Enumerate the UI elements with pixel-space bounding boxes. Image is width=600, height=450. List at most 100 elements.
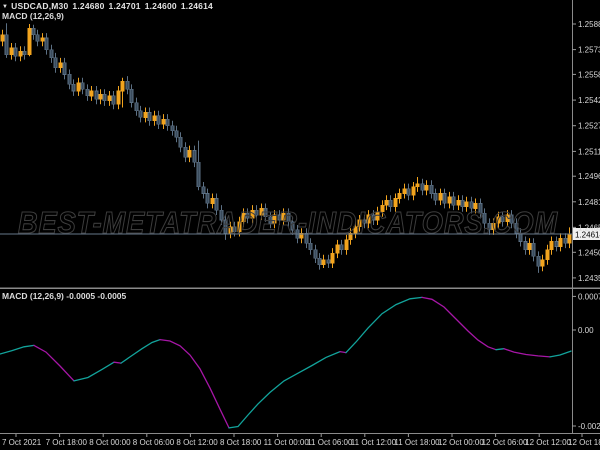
candle-body: [192, 150, 197, 163]
price-axis-label: 1.24350: [578, 274, 600, 283]
candle-body: [116, 90, 121, 105]
time-axis-label: 11 Oct 12:00: [351, 438, 397, 447]
candle-body: [321, 259, 326, 266]
time-axis-label: 8 Oct 00:00: [89, 438, 131, 447]
candle-body: [174, 130, 179, 138]
candle-body: [563, 237, 568, 244]
candle-body: [545, 249, 550, 261]
candle-body: [62, 62, 67, 75]
candle-body: [138, 110, 143, 118]
candle-body: [120, 80, 125, 92]
candle-body: [339, 244, 344, 251]
candle-body: [531, 242, 536, 257]
macd-line-segment: [0, 344, 35, 355]
candle-body: [402, 188, 407, 194]
macd-axis-label: -0.002: [578, 422, 600, 431]
macd-line-segment: [421, 296, 497, 351]
macd-line-segment: [345, 296, 423, 354]
candle-body: [107, 95, 112, 102]
candle-body: [567, 233, 572, 244]
candle-body: [540, 259, 545, 267]
time-axis-label: 11 Oct 18:00: [394, 438, 440, 447]
candle-body: [415, 183, 420, 188]
candle-body: [125, 80, 130, 90]
macd-line-segment: [120, 338, 161, 364]
chart-window: ▼ USDCAD,M30 1.24680 1.24701 1.24600 1.24614 …: [0, 0, 600, 450]
time-axis-label: 12 Oct 12:00: [525, 438, 571, 447]
macd-line-segment: [159, 338, 230, 429]
candle-body: [134, 102, 139, 112]
candle-body: [147, 112, 152, 122]
ohlc-close: 1.24614: [180, 1, 213, 11]
candle-body: [178, 137, 183, 148]
candle-body: [411, 186, 416, 196]
candle-body: [0, 34, 5, 42]
candle-body: [22, 50, 27, 55]
ohlc-high: 1.24701: [108, 1, 141, 11]
price-axis-label: 1.25580: [578, 70, 600, 79]
candle-body: [13, 47, 18, 57]
candle-body: [152, 115, 157, 122]
candle-body: [326, 259, 331, 264]
macd-line-segment: [503, 348, 551, 358]
candle-body: [94, 90, 99, 100]
macd-line-segment: [339, 350, 347, 354]
price-axis-label: 1.24965: [578, 172, 600, 181]
candle-body: [9, 47, 14, 55]
candle-body: [4, 34, 9, 55]
price-axis-label: 1.25425: [578, 96, 600, 105]
price-axis-label: 1.24810: [578, 198, 600, 207]
macd-line-segment: [549, 350, 572, 358]
candle-body: [549, 241, 554, 251]
candle-body: [344, 239, 349, 251]
candle-body: [196, 161, 201, 188]
candle-body: [438, 193, 443, 201]
candle-body: [429, 185, 434, 194]
macd-pane[interactable]: [0, 296, 572, 429]
macd-line-segment: [228, 350, 341, 429]
candle-body: [80, 82, 85, 90]
candle-body: [558, 237, 563, 247]
candle-body: [156, 115, 161, 125]
candle-body: [85, 89, 90, 97]
candle-body: [335, 244, 340, 254]
ohlc-low: 1.24600: [144, 1, 177, 11]
macd-line-segment: [113, 361, 122, 364]
candle-body: [313, 249, 318, 259]
candle-body: [27, 27, 32, 55]
candle-body: [143, 112, 148, 118]
chart-canvas: BEST-METATRADER-INDICATORS.COM 1.24614 1…: [0, 0, 600, 447]
candle-body: [35, 34, 40, 42]
candle-body: [40, 37, 45, 42]
candle-body: [111, 95, 116, 105]
candle-body: [420, 183, 425, 191]
candle-body: [523, 241, 528, 251]
time-axis-label: 7 Oct 18:00: [46, 438, 88, 447]
time-axis-label: 12 Oct 00:00: [438, 438, 484, 447]
candle-body: [201, 186, 206, 194]
time-axis-label: 12 Oct 06:00: [482, 438, 528, 447]
price-axis-label: 1.24655: [578, 223, 600, 232]
price-axis-label: 1.25730: [578, 46, 600, 55]
time-axis-label: 8 Oct 06:00: [133, 438, 175, 447]
price-axis-label: 1.25885: [578, 20, 600, 29]
candle-body: [129, 89, 134, 103]
macd-axis-label: 0.00: [578, 326, 594, 335]
candle-body: [424, 185, 429, 191]
candle-body: [187, 150, 192, 158]
candle-body: [183, 146, 188, 158]
candle-body: [53, 57, 58, 69]
candle-body: [330, 252, 335, 264]
price-axis-label: 1.25270: [578, 122, 600, 131]
candle-body: [49, 49, 54, 59]
time-axis-label: 8 Oct 12:00: [176, 438, 218, 447]
collapse-ohlc-icon[interactable]: ▼: [2, 4, 8, 10]
candle-body: [98, 94, 103, 100]
candle-body: [18, 50, 23, 57]
symbol-label: USDCAD,M30: [11, 1, 69, 11]
candle-body: [536, 256, 541, 267]
chart-title: ▼ USDCAD,M30 1.24680 1.24701 1.24600 1.24614: [2, 1, 213, 11]
candle-body: [170, 125, 175, 131]
main-indicator-label: MACD (12,26,9): [2, 11, 64, 21]
time-axis-label: 7 Oct 2021: [2, 438, 42, 447]
